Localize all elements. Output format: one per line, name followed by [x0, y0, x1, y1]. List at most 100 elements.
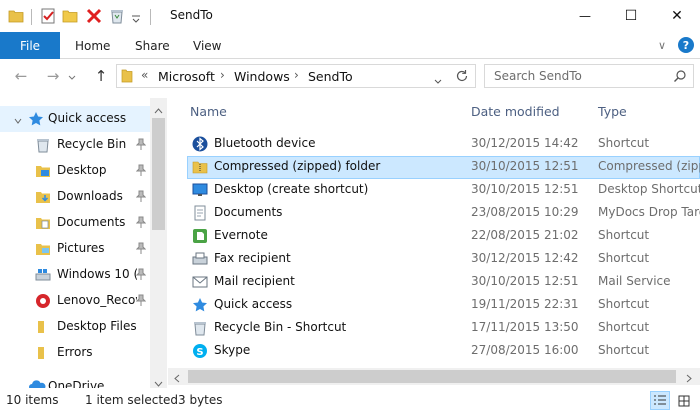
chevron-down-icon: [68, 75, 76, 80]
desktop-folder-icon: [35, 163, 51, 179]
file-type: MyDocs Drop Targ: [598, 205, 700, 219]
delete-x-icon[interactable]: [86, 8, 102, 24]
details-view-button[interactable]: [650, 391, 670, 410]
sidebar-item-label: Desktop: [57, 163, 107, 177]
breadcrumb-sendto[interactable]: SendTo: [308, 69, 353, 84]
tab-home[interactable]: Home: [75, 32, 110, 59]
list-item[interactable]: Evernote 22/08/2015 21:02 Shortcut: [187, 225, 700, 248]
evernote-icon: [192, 228, 208, 244]
breadcrumb-microsoft[interactable]: Microsoft: [158, 69, 215, 84]
breadcrumb-overflow[interactable]: «: [141, 68, 148, 82]
recycle-bin-icon[interactable]: [109, 8, 125, 24]
sidebar-item-label: Quick access: [48, 111, 127, 125]
horizontal-scrollbar[interactable]: [168, 368, 700, 385]
breadcrumb-windows[interactable]: Windows: [234, 69, 290, 84]
file-type: Shortcut: [598, 251, 650, 265]
address-bar[interactable]: « Microsoft › Windows › SendTo: [116, 64, 476, 88]
back-button[interactable]: ←: [10, 66, 32, 86]
list-item-selected[interactable]: Compressed (zipped) folder 30/10/2015 12…: [187, 156, 700, 179]
sidebar-item-downloads[interactable]: Downloads: [0, 185, 150, 209]
file-name: Quick access: [214, 297, 293, 311]
sidebar-item-errors[interactable]: Errors: [0, 341, 150, 365]
maximize-button[interactable]: ☐: [608, 0, 654, 32]
list-item[interactable]: Bluetooth device 30/12/2015 14:42 Shortc…: [187, 133, 700, 156]
list-item[interactable]: Desktop (create shortcut) 30/10/2015 12:…: [187, 179, 700, 202]
scrollbar-thumb[interactable]: [152, 118, 165, 230]
lenovo-drive-icon: [35, 293, 51, 309]
tab-share[interactable]: Share: [135, 32, 170, 59]
minimize-icon: —: [579, 9, 591, 23]
sidebar-item-desktop-files[interactable]: Desktop Files: [0, 315, 150, 339]
column-header-date[interactable]: Date modified: [471, 104, 560, 119]
list-item[interactable]: Mail recipient 30/10/2015 12:51 Mail Ser…: [187, 271, 700, 294]
sidebar-item-desktop[interactable]: Desktop: [0, 159, 150, 183]
sidebar-item-windows10-drive[interactable]: Windows 10 (: [0, 263, 150, 287]
pin-icon[interactable]: [135, 164, 147, 176]
pin-icon[interactable]: [135, 190, 147, 202]
new-folder-icon[interactable]: [62, 9, 78, 23]
pin-icon[interactable]: [135, 294, 147, 306]
scroll-right-icon[interactable]: [686, 372, 692, 386]
file-name: Fax recipient: [214, 251, 291, 265]
sidebar-item-documents[interactable]: Documents: [0, 211, 150, 235]
up-button[interactable]: ↑: [90, 66, 112, 86]
tab-view[interactable]: View: [193, 32, 221, 59]
sidebar-item-label: Pictures: [57, 241, 105, 255]
tab-file[interactable]: File: [0, 32, 60, 59]
sidebar-item-pictures[interactable]: Pictures: [0, 237, 150, 261]
pin-icon[interactable]: [135, 138, 147, 150]
sidebar-item-lenovo-recovery[interactable]: Lenovo_Recov: [0, 289, 150, 313]
column-header-type[interactable]: Type: [598, 104, 627, 119]
search-box[interactable]: [484, 64, 694, 88]
collapse-chevron-icon[interactable]: [14, 114, 22, 128]
nav-pane-scrollbar[interactable]: [150, 98, 167, 388]
address-row: ← → ↑ « Microsoft › Windows › SendTo: [0, 60, 700, 92]
file-date: 30/10/2015 12:51: [471, 274, 579, 288]
sidebar-item-onedrive[interactable]: OneDrive: [0, 375, 150, 388]
sidebar-item-recycle-bin[interactable]: Recycle Bin: [0, 133, 150, 157]
list-item[interactable]: Recycle Bin - Shortcut 17/11/2015 13:50 …: [187, 317, 700, 340]
recent-locations-button[interactable]: [65, 72, 79, 82]
expand-ribbon-button[interactable]: ∨: [654, 36, 670, 54]
help-button[interactable]: ?: [678, 37, 694, 53]
file-name: Skype: [214, 343, 251, 357]
skype-icon: S: [192, 343, 208, 359]
sidebar-item-quick-access[interactable]: Quick access: [0, 107, 150, 131]
scroll-down-icon[interactable]: [154, 376, 163, 390]
minimize-button[interactable]: —: [562, 0, 608, 32]
customize-chevron-icon[interactable]: [131, 12, 141, 23]
breadcrumb-separator[interactable]: ›: [220, 68, 225, 82]
pin-icon[interactable]: [135, 216, 147, 228]
list-item[interactable]: Documents 23/08/2015 10:29 MyDocs Drop T…: [187, 202, 700, 225]
drive-icon: [35, 267, 51, 283]
scrollbar-thumb[interactable]: [188, 370, 676, 383]
search-input[interactable]: [485, 65, 665, 87]
ribbon-tabs: File Home Share View ∨ ?: [0, 32, 700, 59]
list-item[interactable]: Quick access 19/11/2015 22:31 Shortcut: [187, 294, 700, 317]
forward-button[interactable]: →: [42, 66, 64, 86]
scroll-up-icon[interactable]: [154, 103, 163, 117]
folder-icon[interactable]: [8, 9, 24, 23]
title-bar: SendTo — ☐ ✕: [0, 0, 700, 32]
refresh-icon[interactable]: [455, 69, 469, 86]
close-button[interactable]: ✕: [654, 0, 700, 32]
file-date: 30/12/2015 12:42: [471, 251, 579, 265]
pin-icon[interactable]: [135, 268, 147, 280]
pin-icon[interactable]: [135, 242, 147, 254]
list-item[interactable]: Fax recipient 30/12/2015 12:42 Shortcut: [187, 248, 700, 271]
folder-icon: [121, 69, 133, 86]
large-icons-view-button[interactable]: [674, 391, 694, 410]
quick-access-star-icon: [192, 297, 208, 313]
sidebar-item-label: Documents: [57, 215, 126, 229]
selection-size: 3 bytes: [178, 393, 223, 407]
scroll-left-icon[interactable]: [174, 372, 180, 386]
file-type: Shortcut: [598, 320, 650, 334]
file-type: Shortcut: [598, 228, 650, 242]
properties-checklist-icon[interactable]: [40, 8, 56, 24]
bluetooth-icon: [192, 136, 208, 152]
column-header-name[interactable]: Name: [190, 104, 227, 119]
address-dropdown-button[interactable]: [434, 73, 442, 87]
breadcrumb-separator[interactable]: ›: [294, 68, 299, 82]
list-item[interactable]: S Skype 27/08/2015 16:00 Shortcut: [187, 340, 700, 363]
file-name: Compressed (zipped) folder: [214, 159, 381, 173]
